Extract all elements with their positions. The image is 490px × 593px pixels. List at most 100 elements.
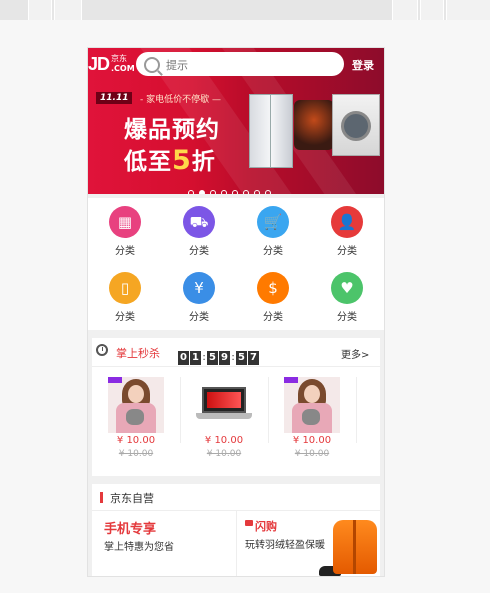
timer-separator: :: [231, 352, 235, 363]
coupon-icon: $: [257, 272, 289, 304]
flash-sale-item[interactable]: ¥ 10.00 ¥ 10.00: [92, 367, 180, 475]
timer-separator: :: [202, 352, 206, 363]
timer-digit: 0: [178, 351, 189, 365]
promo-discount-suffix: 折: [191, 149, 216, 175]
category-item[interactable]: ▯ 分类: [88, 264, 162, 324]
mobile-exclusive-subtitle: 掌上特惠为您省: [104, 542, 174, 553]
category-grid: ▦ 分类 ⛟ 分类 🛒 分类 👤 分类 ▯ 分类 ¥ 分类 $ 分类 ♥ 分类: [88, 198, 384, 330]
promo-subtitle: - 家电低价不停歇 —: [140, 95, 221, 105]
category-item[interactable]: 👤 分类: [310, 198, 384, 258]
flash-buy-card[interactable]: 闪购 玩转羽绒轻盈保暖: [237, 510, 380, 576]
section-marker: [100, 492, 103, 503]
self-run-header: 京东自营: [92, 484, 380, 511]
tab-4[interactable]: [420, 0, 444, 20]
item-original-price: ¥ 10.00: [206, 449, 242, 459]
item-price: ¥ 10.00: [292, 435, 332, 446]
browser-tab-strip: [0, 0, 490, 20]
jd-logo[interactable]: JD 京东 .COM: [88, 54, 135, 76]
pajama-product-image: [108, 377, 164, 433]
clock-icon: [96, 344, 108, 356]
more-link[interactable]: 更多>: [341, 346, 369, 361]
timer-digit: 7: [248, 351, 259, 365]
category-item[interactable]: ♥ 分类: [310, 264, 384, 324]
item-divider: [356, 377, 357, 443]
carousel-dot[interactable]: [254, 190, 260, 194]
timer-digit: 5: [207, 351, 218, 365]
pajama-product-image: [284, 377, 340, 433]
logo-com-text: .COM: [111, 64, 135, 73]
category-label: 分类: [263, 312, 283, 323]
washer-image: [332, 94, 380, 156]
carousel-dot[interactable]: [221, 190, 227, 194]
flash-sale-item[interactable]: ¥ 10.00 ¥ 10.00: [268, 367, 356, 475]
category-item[interactable]: ¥ 分类: [162, 264, 236, 324]
gaming-pc-image: [294, 100, 334, 150]
ticket-icon: ¥: [183, 272, 215, 304]
carousel-dots: [188, 181, 276, 194]
jd-self-run-section: 京东自营 手机专享 掌上特惠为您省 闪购 玩转羽绒轻盈保暖: [92, 484, 380, 576]
flash-sale-section: 掌上秒杀 01:59:57 更多> ¥ 10.00 ¥ 10.00 ¥ 10.00 ¥…: [92, 338, 380, 476]
down-jacket-image: [333, 520, 377, 574]
promo-discount-number: 5: [172, 145, 192, 176]
category-label: 分类: [263, 246, 283, 257]
promo-banner[interactable]: JD 京东 .COM 登录 11.11 - 家电低价不停歇 — 爆品预约 低至5…: [88, 48, 384, 194]
tab-1[interactable]: [28, 0, 52, 20]
promo-discount-prefix: 低至: [124, 149, 172, 175]
timer-digit: 5: [236, 351, 247, 365]
category-label: 分类: [115, 246, 135, 257]
item-price: ¥ 10.00: [116, 435, 156, 446]
category-item[interactable]: $ 分类: [236, 264, 310, 324]
laptop-product-image: [196, 377, 252, 433]
mobile-page: JD 京东 .COM 登录 11.11 - 家电低价不停歇 — 爆品预约 低至5…: [88, 48, 384, 576]
countdown-timer: 01:59:57: [178, 345, 260, 365]
tab-3[interactable]: [392, 0, 418, 20]
promo-discount: 低至5折: [124, 142, 216, 176]
flash-sale-header: 掌上秒杀 01:59:57 更多>: [92, 338, 380, 367]
item-original-price: ¥ 10.00: [294, 449, 330, 459]
truck-icon: ⛟: [183, 206, 215, 238]
lock-icon: [245, 520, 253, 526]
mobile-exclusive-card[interactable]: 手机专享 掌上特惠为您省: [92, 510, 237, 576]
item-price: ¥ 10.00: [204, 435, 244, 446]
logo-jd-text: JD: [88, 54, 110, 74]
fridge-image: [249, 94, 293, 168]
item-original-price: ¥ 10.00: [118, 449, 154, 459]
category-item[interactable]: 🛒 分类: [236, 198, 310, 258]
carousel-dot[interactable]: [210, 190, 216, 194]
category-label: 分类: [115, 312, 135, 323]
mobile-exclusive-title: 手机专享: [104, 522, 157, 537]
carousel-dot[interactable]: [199, 190, 205, 194]
carousel-dot[interactable]: [232, 190, 238, 194]
user-icon: 👤: [331, 206, 363, 238]
heart-icon: ♥: [331, 272, 363, 304]
carousel-dot[interactable]: [243, 190, 249, 194]
search-box[interactable]: [136, 52, 344, 76]
category-label: 分类: [337, 246, 357, 257]
promo-tag: 11.11: [96, 92, 133, 104]
search-input[interactable]: [164, 54, 338, 76]
carousel-dot[interactable]: [188, 190, 194, 194]
carousel-dot[interactable]: [265, 190, 271, 194]
logo-cn-text: 京东: [111, 54, 127, 63]
timer-digit: 9: [219, 351, 230, 365]
phone-recharge-icon: ▯: [109, 272, 141, 304]
flash-sale-item[interactable]: ¥ 10.00 ¥ 10.00: [180, 367, 268, 475]
tab-5[interactable]: [446, 0, 490, 20]
category-item[interactable]: ▦ 分类: [88, 198, 162, 258]
search-icon: [144, 57, 160, 73]
self-run-title: 京东自营: [110, 492, 154, 505]
cart-icon: 🛒: [257, 206, 289, 238]
category-item[interactable]: ⛟ 分类: [162, 198, 236, 258]
grid-icon: ▦: [109, 206, 141, 238]
timer-digit: 1: [190, 351, 201, 365]
flash-buy-title: 闪购: [255, 520, 277, 533]
category-label: 分类: [337, 312, 357, 323]
flash-sale-items: ¥ 10.00 ¥ 10.00 ¥ 10.00 ¥ 10.00 ¥ 10.00 ¥ 10.…: [92, 367, 380, 475]
flash-sale-title: 掌上秒杀: [116, 347, 160, 360]
category-label: 分类: [189, 312, 209, 323]
promo-headline: 爆品预约: [124, 117, 220, 143]
category-label: 分类: [189, 246, 209, 257]
login-link[interactable]: 登录: [352, 57, 374, 73]
flash-buy-subtitle: 玩转羽绒轻盈保暖: [245, 540, 325, 551]
tab-2[interactable]: [54, 0, 82, 20]
